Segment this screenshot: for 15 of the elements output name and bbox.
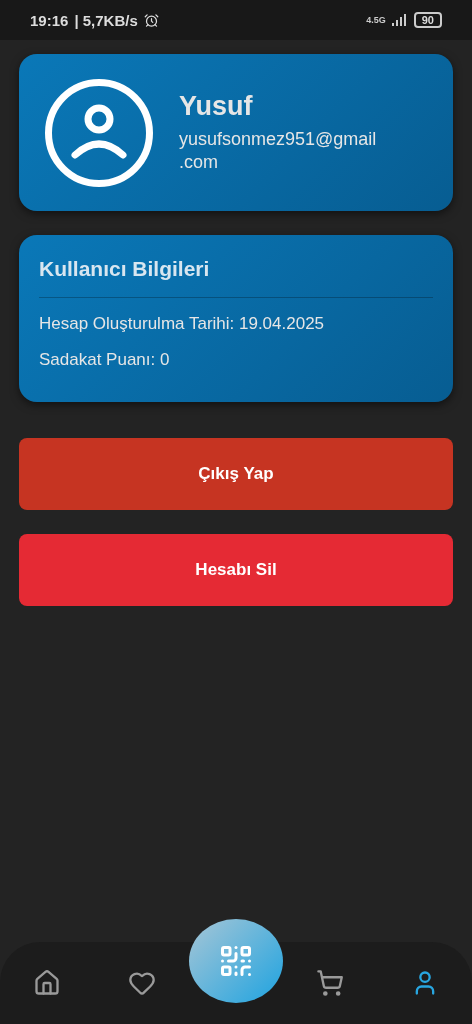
avatar-icon [45,78,153,187]
signal-icon [391,14,408,26]
status-time: 19:16 [30,11,69,29]
info-line: Hesap Oluşturulma Tarihi: 19.04.2025 [39,314,326,334]
info-line: Sadakat Puanı: 0 [39,350,171,370]
logout-button[interactable]: Çıkış Yap [19,438,453,510]
card-title: Kullanıcı Bilgileri [39,257,433,298]
user-email: yusufsonmez951@gmail.com [179,127,378,174]
alarm-icon [143,12,159,28]
qr-code-icon [218,943,254,979]
delete-account-button[interactable]: Hesabı Sil [19,534,453,606]
network-type: 4.5G [366,15,386,25]
network-speed: | 5,7KB/s [74,11,138,29]
battery-level: 90 [413,12,442,28]
user-name: Yusuf [179,90,254,122]
